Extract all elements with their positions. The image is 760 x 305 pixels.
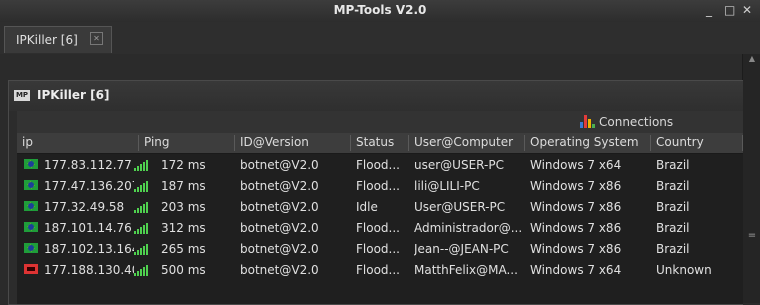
unknown-flag-icon: [24, 264, 38, 274]
column-header-ip[interactable]: ip: [17, 135, 139, 151]
cell-ping: 187 ms: [161, 179, 206, 193]
cell-id-version: botnet@V2.0: [240, 221, 319, 235]
cell-os: Windows 7 x86: [530, 179, 622, 193]
window-title-bar: MP-Tools V2.0 _ □ ✕: [0, 0, 760, 23]
table-row[interactable]: 177.32.49.58 203 ms botnet@V2.0 Idle User@US…: [17, 197, 743, 217]
cell-status: Flood...: [356, 179, 400, 193]
tab-label: IPKiller [6]: [16, 33, 78, 47]
cell-id-version: botnet@V2.0: [240, 263, 319, 277]
signal-strength-icon: [134, 159, 152, 171]
cell-os: Windows 7 x64: [530, 158, 622, 172]
mp-logo-icon: MP: [14, 90, 30, 101]
table-row[interactable]: 177.188.130.40 500 ms botnet@V2.0 Flood... M…: [17, 260, 743, 280]
table-row[interactable]: 177.83.112.77 172 ms botnet@V2.0 Flood... us…: [17, 155, 743, 175]
table-row[interactable]: 187.101.14.76 312 ms botnet@V2.0 Flood... Ad…: [17, 218, 743, 238]
cell-status: Flood...: [356, 242, 400, 256]
cell-id-version: botnet@V2.0: [240, 179, 319, 193]
cell-country: Unknown: [656, 263, 712, 277]
cell-os: Windows 7 x86: [530, 200, 622, 214]
column-header-os[interactable]: Operating System: [525, 135, 651, 151]
brazil-flag-icon: [24, 243, 38, 253]
cell-ip: 177.32.49.58: [44, 200, 125, 214]
scroll-grip-icon[interactable]: =: [746, 230, 758, 241]
cell-user-computer: User@USER-PC: [414, 200, 506, 214]
cell-ping: 312 ms: [161, 221, 206, 235]
cell-os: Windows 7 x64: [530, 263, 622, 277]
cell-status: Flood...: [356, 221, 400, 235]
cell-ip: 177.83.112.77: [44, 158, 132, 172]
bar-chart-icon: [580, 115, 595, 128]
cell-ip: 187.102.13.164: [44, 242, 134, 256]
cell-user-computer: lili@LILI-PC: [414, 179, 480, 193]
cell-country: Brazil: [656, 200, 690, 214]
tab-close-icon[interactable]: ✕: [90, 32, 103, 45]
ipkiller-panel: MP IPKiller [6] Connections ip Ping ID@V…: [8, 80, 743, 305]
table-row[interactable]: 177.47.136.207 187 ms botnet@V2.0 Flood... l…: [17, 176, 743, 196]
cell-country: Brazil: [656, 221, 690, 235]
cell-os: Windows 7 x86: [530, 221, 622, 235]
column-header-user-computer[interactable]: User@Computer: [409, 135, 525, 151]
panel-header: MP IPKiller [6]: [9, 81, 743, 111]
cell-ping: 172 ms: [161, 158, 206, 172]
close-icon[interactable]: ✕: [742, 3, 752, 17]
cell-id-version: botnet@V2.0: [240, 158, 319, 172]
cell-user-computer: Jean--@JEAN-PC: [414, 242, 509, 256]
brazil-flag-icon: [24, 222, 38, 232]
column-header-row: ip Ping ID@Version Status User@Computer …: [17, 133, 743, 154]
column-header-status[interactable]: Status: [351, 135, 409, 151]
cell-status: Idle: [356, 200, 378, 214]
cell-user-computer: MatthFelix@MA...: [414, 263, 518, 277]
minimize-icon[interactable]: _: [706, 3, 712, 17]
connections-label: Connections: [599, 115, 674, 129]
cell-ping: 203 ms: [161, 200, 206, 214]
maximize-icon[interactable]: □: [724, 3, 735, 17]
brazil-flag-icon: [24, 180, 38, 190]
panel-title: IPKiller [6]: [37, 88, 110, 102]
vertical-scrollbar[interactable]: ▲ =: [742, 54, 760, 303]
cell-country: Brazil: [656, 158, 690, 172]
cell-ip: 177.47.136.207: [44, 179, 134, 193]
cell-country: Brazil: [656, 242, 690, 256]
panel-toolbar: Connections: [17, 111, 743, 133]
cell-id-version: botnet@V2.0: [240, 242, 319, 256]
cell-status: Flood...: [356, 158, 400, 172]
cell-user-computer: Administrador@...: [414, 221, 522, 235]
table-row[interactable]: 187.102.13.164 265 ms botnet@V2.0 Flood... J…: [17, 239, 743, 259]
tab-ipkiller[interactable]: IPKiller [6] ✕: [4, 26, 112, 53]
cell-ip: 177.188.130.40: [44, 263, 134, 277]
brazil-flag-icon: [24, 201, 38, 211]
signal-strength-icon: [134, 264, 152, 276]
signal-strength-icon: [134, 201, 152, 213]
brazil-flag-icon: [24, 159, 38, 169]
cell-status: Flood...: [356, 263, 400, 277]
signal-strength-icon: [134, 180, 152, 192]
scroll-up-icon[interactable]: ▲: [743, 54, 760, 68]
column-header-country[interactable]: Country: [651, 135, 743, 151]
clients-list[interactable]: ip Ping ID@Version Status User@Computer …: [17, 133, 743, 304]
column-header-ping[interactable]: Ping: [139, 135, 235, 151]
cell-ping: 265 ms: [161, 242, 206, 256]
signal-strength-icon: [134, 243, 152, 255]
tab-strip: IPKiller [6] ✕: [0, 22, 760, 54]
cell-os: Windows 7 x86: [530, 242, 622, 256]
cell-ip: 187.101.14.76: [44, 221, 132, 235]
cell-ping: 500 ms: [161, 263, 206, 277]
cell-user-computer: user@USER-PC: [414, 158, 504, 172]
cell-country: Brazil: [656, 179, 690, 193]
signal-strength-icon: [134, 222, 152, 234]
column-header-id-version[interactable]: ID@Version: [235, 135, 351, 151]
window-title: MP-Tools V2.0: [333, 3, 427, 17]
cell-id-version: botnet@V2.0: [240, 200, 319, 214]
